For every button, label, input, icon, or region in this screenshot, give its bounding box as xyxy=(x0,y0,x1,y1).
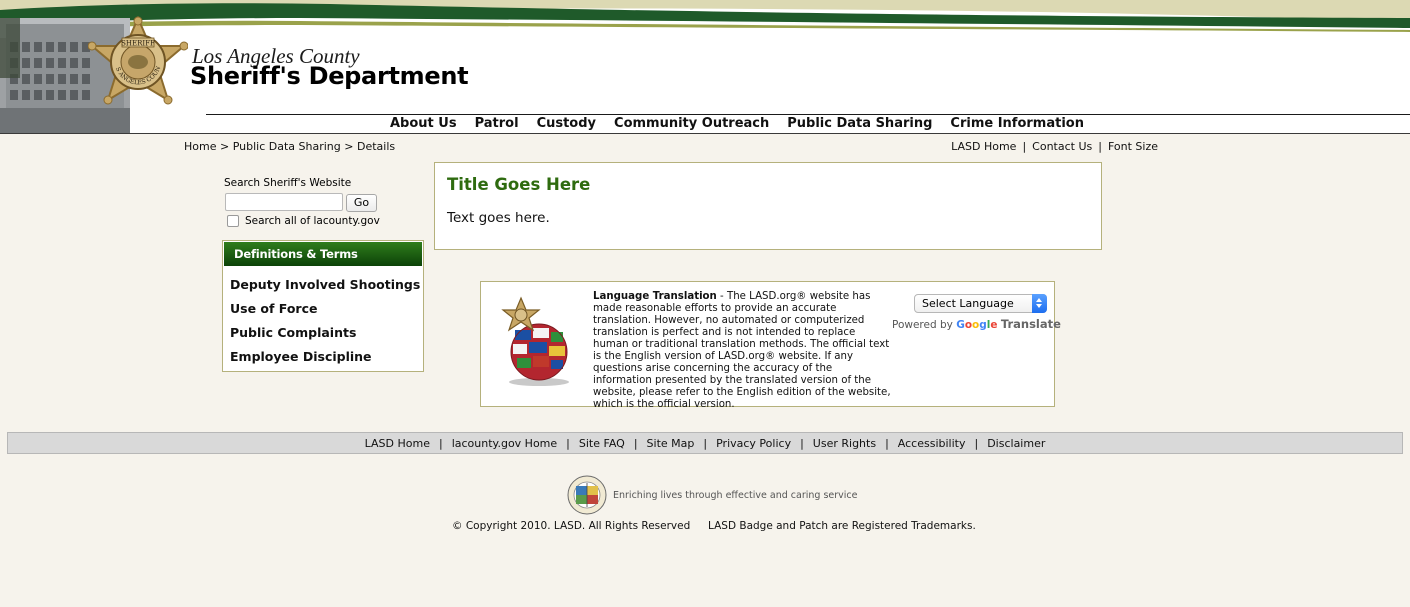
definitions-list: Deputy Involved Shootings Use of Force P… xyxy=(223,267,423,369)
breadcrumb-separator: > xyxy=(340,140,357,153)
footer-separator: | xyxy=(885,436,889,450)
utility-separator: | xyxy=(1022,140,1027,153)
nav-custody[interactable]: Custody xyxy=(528,115,605,133)
footer-link-site-faq[interactable]: Site FAQ xyxy=(579,437,625,450)
footer-separator: | xyxy=(438,436,443,450)
breadcrumb-public-data-sharing[interactable]: Public Data Sharing xyxy=(233,140,341,153)
translation-dash: - xyxy=(716,291,727,302)
search-all-label: Search all of lacounty.gov xyxy=(245,215,380,227)
county-seal-icon xyxy=(567,475,607,515)
nav-patrol[interactable]: Patrol xyxy=(466,115,528,133)
copyright-text: © Copyright 2010. LASD. All Rights Reser… xyxy=(452,520,691,532)
select-language-dropdown[interactable]: Select Language xyxy=(914,294,1047,313)
definitions-item-public-complaints[interactable]: Public Complaints xyxy=(230,321,423,345)
nav-about-us[interactable]: About Us xyxy=(381,115,466,133)
footer-separator: | xyxy=(974,436,979,450)
search-go-button[interactable]: Go xyxy=(346,194,377,212)
definitions-item-deputy-involved-shootings[interactable]: Deputy Involved Shootings xyxy=(230,273,423,297)
footer-link-lasd-home[interactable]: LASD Home xyxy=(365,437,430,450)
page-body-text: Text goes here. xyxy=(447,210,550,226)
page-title: Title Goes Here xyxy=(447,175,591,194)
search-input[interactable] xyxy=(225,193,343,211)
translation-body: The LASD.org® website has made reasonabl… xyxy=(593,291,891,410)
county-tagline: Enriching lives through effective and ca… xyxy=(613,490,858,501)
footer-link-user-rights[interactable]: User Rights xyxy=(813,437,876,450)
definitions-item-employee-discipline[interactable]: Employee Discipline xyxy=(230,345,423,369)
translation-globe-icon xyxy=(501,296,569,386)
header-swoosh-graphic xyxy=(0,0,1410,40)
search-label: Search Sheriff's Website xyxy=(224,177,352,189)
site-header: SHERIFF LOS ANGELES COUNTY Los Angeles C… xyxy=(0,0,1410,134)
breadcrumb-current: Details xyxy=(356,140,396,153)
footer-link-lacounty-home[interactable]: lacounty.gov Home xyxy=(452,437,557,450)
translate-label[interactable]: Translate xyxy=(1001,317,1061,331)
definitions-header: Definitions & Terms xyxy=(224,242,422,266)
footer-link-site-map[interactable]: Site Map xyxy=(647,437,695,450)
lasd-home-link[interactable]: LASD Home xyxy=(951,140,1016,153)
translation-heading: Language Translation xyxy=(593,291,717,302)
footer-separator: | xyxy=(703,436,708,450)
translation-panel: Language Translation - The LASD.org® web… xyxy=(480,281,1061,410)
nav-community-outreach[interactable]: Community Outreach xyxy=(605,115,778,133)
contact-us-link[interactable]: Contact Us xyxy=(1032,140,1092,153)
footer-separator: | xyxy=(800,436,804,450)
definitions-item-use-of-force[interactable]: Use of Force xyxy=(230,297,423,321)
main-navigation: About Us Patrol Custody Community Outrea… xyxy=(381,115,1093,133)
footer-separator: | xyxy=(633,436,638,450)
powered-by-google-translate: Powered by Google Translate xyxy=(892,317,1061,331)
dropdown-arrows-icon xyxy=(1032,294,1047,313)
footer-link-privacy-policy[interactable]: Privacy Policy xyxy=(716,437,791,450)
select-language-label: Select Language xyxy=(922,297,1014,310)
trademarks-text: LASD Badge and Patch are Registered Trad… xyxy=(708,520,976,532)
sheriff-badge-logo: SHERIFF LOS ANGELES COUNTY xyxy=(88,16,188,105)
badge-top-text: SHERIFF xyxy=(121,40,155,48)
breadcrumb-separator: > xyxy=(216,140,233,153)
content-panel: Title Goes Here Text goes here. xyxy=(434,162,1102,250)
nav-public-data-sharing[interactable]: Public Data Sharing xyxy=(778,115,941,133)
department-name: Sheriff's Department xyxy=(190,62,469,90)
utility-separator: | xyxy=(1098,140,1102,153)
header-bottom-rule xyxy=(0,133,1410,134)
utility-links: LASD Home | Contact Us | Font Size xyxy=(951,140,1158,153)
search-all-checkbox[interactable] xyxy=(227,215,239,227)
footer-link-accessibility[interactable]: Accessibility xyxy=(898,437,966,450)
footer-links-bar: LASD Home | lacounty.gov Home | Site FAQ | … xyxy=(7,432,1403,454)
google-logo: Google xyxy=(956,319,998,331)
footer-link-disclaimer[interactable]: Disclaimer xyxy=(987,437,1045,450)
powered-by-label: Powered by xyxy=(892,319,953,331)
footer-separator: | xyxy=(566,436,570,450)
translation-disclaimer: Language Translation - The LASD.org® web… xyxy=(593,291,891,411)
breadcrumb: Home > Public Data Sharing > Details xyxy=(184,140,395,153)
definitions-panel: Definitions & Terms Deputy Involved Shoo… xyxy=(222,240,424,372)
font-size-link[interactable]: Font Size xyxy=(1108,140,1158,153)
breadcrumb-home[interactable]: Home xyxy=(184,140,216,153)
nav-crime-information[interactable]: Crime Information xyxy=(941,115,1093,133)
